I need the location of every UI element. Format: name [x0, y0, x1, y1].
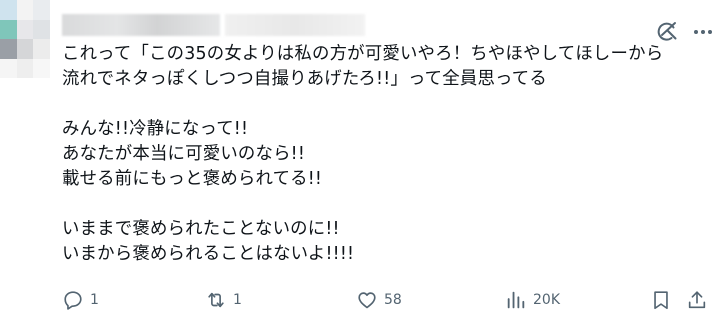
like-count: 58 — [384, 292, 402, 308]
post-text-line: 載せる前にもっと褒められてる!! — [62, 169, 323, 189]
views-count: 20K — [533, 292, 560, 308]
avatar-pixel — [33, 58, 50, 78]
avatar-pixel — [33, 0, 50, 20]
action-bar: 1 1 58 20K — [0, 285, 721, 315]
share-icon — [688, 291, 706, 309]
heart-icon — [358, 292, 376, 309]
repost-icon — [208, 292, 224, 308]
avatar-pixel — [33, 39, 50, 59]
reply-count: 1 — [90, 292, 99, 308]
post-text-line: これって「この35の女よりは私の方が可愛いやろ！ちやほやしてほしーから — [62, 44, 664, 64]
line-break — [62, 192, 712, 217]
avatar-pixel — [16, 19, 34, 39]
avatar-pixel — [16, 0, 34, 20]
like-button[interactable]: 58 — [356, 285, 402, 315]
post-card[interactable]: これって「この35の女よりは私の方が可愛いやろ！ちやほやしてほしーから 流れでネ… — [0, 0, 721, 321]
avatar-pixel — [0, 39, 17, 59]
views-chart-icon — [507, 291, 525, 309]
share-button[interactable] — [686, 285, 708, 315]
avatar-pixel — [0, 19, 17, 39]
bookmark-button[interactable] — [650, 285, 672, 315]
avatar[interactable] — [0, 0, 50, 78]
avatar-pixel — [0, 58, 17, 78]
reply-icon — [64, 291, 82, 310]
post-text-line: 流れでネタっぽくしつつ自撮りあげたろ!!」って全員思ってる — [62, 69, 547, 89]
repost-count: 1 — [233, 292, 242, 308]
bookmark-icon — [654, 291, 668, 310]
display-name-blurred[interactable] — [62, 14, 220, 36]
post-text-line: いままで褒められたことないのに!! — [62, 219, 340, 239]
line-break — [62, 92, 712, 117]
handle-blurred[interactable] — [225, 14, 365, 36]
views-button[interactable]: 20K — [505, 285, 560, 315]
post-text: これって「この35の女よりは私の方が可愛いやろ！ちやほやしてほしーから 流れでネ… — [62, 42, 712, 267]
post-text-line: みんな!!冷静になって!! — [62, 119, 249, 139]
avatar-pixel — [16, 39, 34, 59]
avatar-pixel — [16, 58, 34, 78]
post-text-line: いまから褒められることはないよ!!!! — [62, 244, 355, 264]
repost-button[interactable]: 1 — [205, 285, 242, 315]
avatar-pixel — [0, 0, 17, 20]
post-text-line: あなたが本当に可愛いのなら!! — [62, 144, 306, 164]
reply-button[interactable]: 1 — [62, 285, 99, 315]
avatar-pixel — [33, 19, 50, 39]
